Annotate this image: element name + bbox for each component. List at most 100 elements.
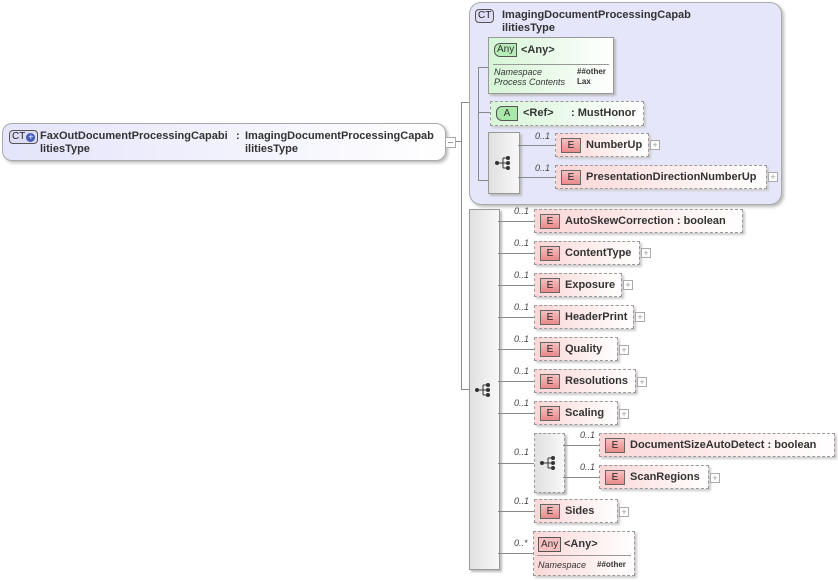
element-headerprint[interactable]: E HeaderPrint (534, 305, 634, 329)
root-name: FaxOutDocumentProcessingCapabi litiesType (40, 130, 228, 155)
element-icon: E (540, 374, 560, 389)
sequence-icon (540, 456, 555, 470)
connector (518, 145, 555, 146)
attribute-ref[interactable]: A <Ref> : MustHonor (490, 101, 644, 126)
connector (498, 349, 534, 350)
sequence-compositor[interactable] (469, 209, 500, 570)
element-numberup[interactable]: E NumberUp (555, 133, 649, 157)
element-name: Exposure (565, 279, 616, 291)
occurrence: 0..1 (514, 447, 530, 457)
element-name: DocumentSizeAutoDetect : boolean (630, 439, 817, 451)
occurrence: 0..1 (514, 366, 530, 376)
element-icon: E (605, 470, 625, 485)
occurrence: 0..1 (535, 131, 551, 141)
prop-key: Namespace (538, 560, 587, 570)
collapse-button[interactable] (445, 137, 456, 148)
connector (563, 445, 599, 446)
attribute-label: <Ref> (523, 107, 554, 119)
base-type-name: ImagingDocumentProcessingCapab ilitiesTyp… (502, 9, 691, 34)
element-icon: E (540, 278, 560, 293)
connector (498, 221, 534, 222)
element-name: ScanRegions (630, 471, 700, 483)
sequence-icon (495, 156, 510, 170)
prop-key: Namespace (494, 67, 543, 77)
connector (498, 285, 534, 286)
any-icon: Any (494, 43, 518, 57)
element-name: Quality (565, 343, 603, 355)
element-name: Scaling (565, 407, 605, 419)
complex-type-icon: CT (475, 9, 495, 23)
connector (461, 389, 469, 390)
divider (493, 64, 609, 65)
element-name: Sides (565, 505, 595, 517)
expand-button[interactable]: + (619, 409, 629, 419)
any-label: <Any> (521, 44, 555, 56)
occurrence: 0..1 (535, 163, 551, 173)
expand-button[interactable]: + (650, 140, 660, 150)
expand-button[interactable]: + (623, 280, 633, 290)
connector (498, 553, 534, 554)
element-icon: E (540, 214, 560, 229)
any-icon: Any (538, 537, 562, 552)
sequence-icon (475, 383, 490, 397)
occurrence: 0..1 (514, 302, 530, 312)
prop-value: ##other (597, 560, 626, 569)
expand-button[interactable]: + (768, 172, 778, 182)
element-presentationdirectionnumberup[interactable]: E PresentationDirectionNumberUp (555, 165, 767, 189)
element-sides[interactable]: E Sides (534, 499, 618, 523)
connector (498, 511, 534, 512)
element-icon: E (540, 342, 560, 357)
occurrence: 0..1 (514, 270, 530, 280)
connector (461, 102, 469, 103)
occurrence: 0..1 (514, 334, 530, 344)
expand-button[interactable]: + (619, 507, 629, 517)
element-quality[interactable]: E Quality (534, 337, 618, 361)
element-icon: E (540, 310, 560, 325)
expand-button[interactable]: + (637, 377, 647, 387)
occurrence: 0..1 (580, 430, 596, 440)
element-name: AutoSkewCorrection : boolean (565, 215, 726, 227)
expand-button[interactable]: + (641, 248, 651, 258)
any-wildcard[interactable]: Any <Any> Namespace ##other Process Cont… (488, 37, 614, 94)
connector (563, 477, 599, 478)
expand-button[interactable]: + (635, 312, 645, 322)
connector (518, 177, 555, 178)
nested-sequence-compositor[interactable] (534, 433, 565, 493)
element-name: NumberUp (586, 139, 643, 151)
element-icon: E (561, 138, 581, 153)
sequence-compositor[interactable] (488, 132, 520, 194)
element-icon: E (540, 246, 560, 261)
element-name: ContentType (565, 247, 632, 259)
element-scanregions[interactable]: E ScanRegions (599, 465, 709, 489)
root-separator: : (236, 130, 240, 142)
root-complex-type[interactable]: CT + FaxOutDocumentProcessingCapabi lities… (2, 123, 446, 161)
occurrence: 0..1 (514, 238, 530, 248)
occurrence: 0..1 (580, 462, 596, 472)
any-label: <Any> (564, 538, 598, 550)
divider (537, 555, 631, 556)
expand-button[interactable]: + (619, 345, 629, 355)
element-exposure[interactable]: E Exposure (534, 273, 622, 297)
occurrence: 0..1 (514, 398, 530, 408)
any-wildcard[interactable]: Any <Any> Namespace ##other (533, 531, 635, 576)
element-name: Resolutions (565, 375, 628, 387)
element-icon: E (540, 504, 560, 519)
prop-key: Process Contents (494, 77, 566, 87)
expand-button[interactable]: + (710, 473, 720, 483)
element-scaling[interactable]: E Scaling (534, 401, 618, 425)
element-autoskewcorrection[interactable]: E AutoSkewCorrection : boolean (534, 209, 743, 233)
occurrence: 0..1 (514, 206, 530, 216)
connector (498, 381, 534, 382)
occurrence: 0..1 (514, 496, 530, 506)
element-name: HeaderPrint (565, 311, 628, 323)
connector (478, 112, 490, 113)
connector (478, 67, 479, 180)
element-name: PresentationDirectionNumberUp (586, 171, 757, 183)
element-icon: E (605, 438, 625, 453)
connector (498, 317, 534, 318)
element-icon: E (540, 406, 560, 421)
element-contenttype[interactable]: E ContentType (534, 241, 640, 265)
connector (461, 102, 462, 389)
element-resolutions[interactable]: E Resolutions (534, 369, 636, 393)
element-documentsizeautodetect[interactable]: E DocumentSizeAutoDetect : boolean (599, 433, 835, 457)
